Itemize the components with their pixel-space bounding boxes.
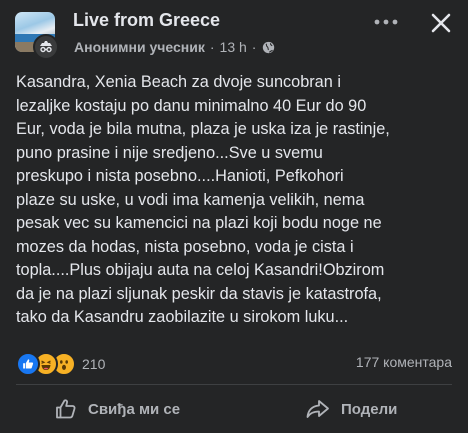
post-text: Kasandra, Xenia Beach za dvoje suncobran… bbox=[16, 71, 456, 330]
post-line: pesak vec su kamencici na plazi koji bod… bbox=[16, 214, 382, 232]
more-options-button[interactable] bbox=[372, 8, 400, 36]
meta-separator: · bbox=[209, 39, 215, 55]
post-line: preskupo i nista posebno....Hanioti, Pef… bbox=[16, 167, 344, 185]
close-button[interactable] bbox=[424, 6, 458, 40]
post-line: puno prasine i nije sredjeno...Sve u sve… bbox=[16, 143, 323, 162]
comments-count[interactable]: 177 коментара bbox=[356, 354, 452, 370]
divider bbox=[16, 384, 452, 385]
share-button[interactable]: Подели bbox=[305, 388, 397, 430]
post-line: da je na plazi sljunak peskir da stavis … bbox=[16, 284, 382, 303]
like-button-label: Свиђа ми се bbox=[88, 400, 181, 418]
post-line: lezaljke kostaju po danu minimalno 40 Eu… bbox=[16, 96, 367, 115]
post-line: topla....Plus obijaju auta na celoj Kasa… bbox=[16, 261, 385, 279]
reaction-count: 210 bbox=[82, 356, 106, 372]
author-name[interactable]: Анонимни учесник bbox=[74, 39, 205, 55]
globe-icon bbox=[262, 41, 275, 54]
post-meta: Анонимни учесник · 13 h · bbox=[74, 39, 275, 55]
post-line: Kasandra, Xenia Beach za dvoje suncobran… bbox=[16, 73, 341, 91]
anonymous-avatar-icon[interactable] bbox=[33, 34, 59, 60]
like-button[interactable]: Свиђа ми се bbox=[54, 388, 180, 430]
post-line: plaze su uske, u vodi ima kamenja veliki… bbox=[16, 190, 365, 209]
share-button-label: Подели bbox=[341, 400, 398, 418]
close-icon bbox=[431, 13, 451, 33]
meta-separator-2: · bbox=[251, 39, 257, 55]
post-header: Live from Greece Анонимни учесник · 13 h… bbox=[0, 0, 468, 62]
group-name[interactable]: Live from Greece bbox=[73, 10, 220, 31]
post-actions: Свиђа ми се Подели bbox=[0, 388, 468, 430]
thumbs-up-icon bbox=[56, 399, 76, 419]
like-reaction-icon bbox=[16, 352, 40, 376]
post-time[interactable]: 13 h bbox=[220, 39, 247, 55]
share-icon bbox=[306, 400, 329, 418]
post-line: mozes da hodas, nista posebno, voda je c… bbox=[16, 237, 354, 256]
more-horizontal-icon bbox=[374, 19, 398, 25]
post-line: tako da Kasandru zaobilazite u sirokom l… bbox=[16, 308, 349, 326]
post-line: Eur, voda je bila mutna, plaza je uska i… bbox=[16, 120, 390, 138]
reactions-summary[interactable]: 210 bbox=[16, 352, 105, 376]
post-stats: 210 177 коментара bbox=[16, 352, 456, 376]
